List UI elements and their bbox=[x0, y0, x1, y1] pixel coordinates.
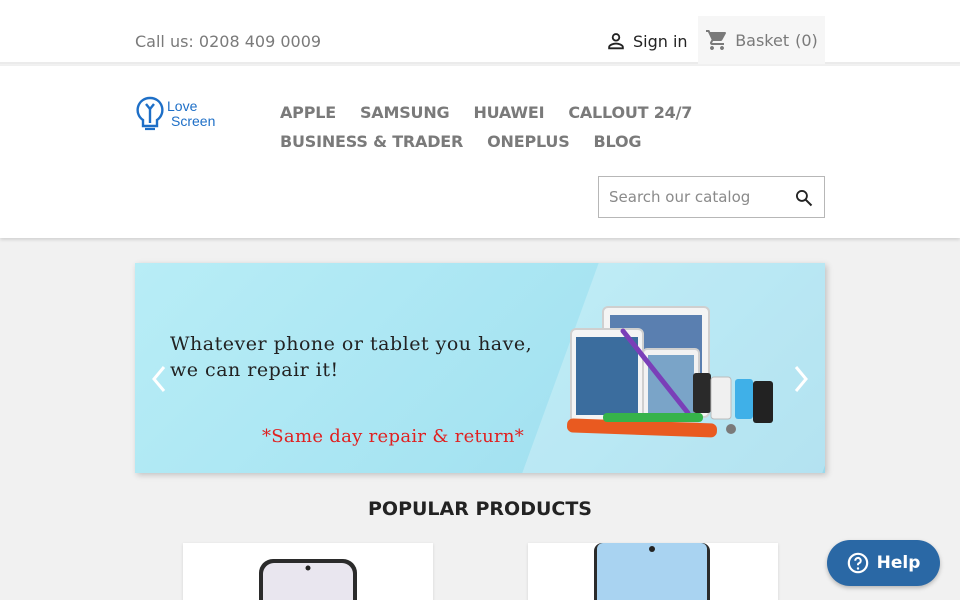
nav-item-business-trader[interactable]: BUSINESS & TRADER bbox=[280, 132, 463, 151]
nav-item-apple[interactable]: APPLE bbox=[280, 103, 336, 122]
slide-headline-1: Whatever phone or tablet you have, bbox=[170, 333, 533, 355]
product-card[interactable] bbox=[528, 543, 778, 600]
wrench-bulb-icon bbox=[136, 96, 164, 131]
search-input[interactable] bbox=[599, 177, 779, 217]
nav-item-huawei[interactable]: HUAWEI bbox=[473, 103, 544, 122]
basket-button[interactable]: Basket (0) bbox=[698, 16, 825, 64]
user-icon bbox=[608, 33, 624, 50]
phone-product-image bbox=[259, 559, 357, 600]
nav-item-callout[interactable]: CALLOUT 24/7 bbox=[568, 103, 692, 122]
logo-line-2: Screen bbox=[171, 113, 216, 129]
question-circle-icon bbox=[847, 552, 868, 574]
popular-products-heading: POPULAR PRODUCTS bbox=[368, 498, 592, 520]
catalog-search bbox=[598, 176, 825, 218]
sign-in-label: Sign in bbox=[633, 31, 688, 51]
nav-row-2: BUSINESS & TRADER ONEPLUS BLOG bbox=[280, 127, 700, 156]
sign-in-link[interactable]: Sign in bbox=[605, 22, 688, 60]
help-button[interactable]: Help bbox=[827, 540, 940, 586]
carousel-next-arrow[interactable] bbox=[791, 363, 811, 395]
top-bar: Call us: 0208 409 0009 Sign in Basket (0… bbox=[0, 0, 960, 64]
carousel-prev-arrow[interactable] bbox=[149, 363, 169, 395]
nav-row-1: APPLE SAMSUNG HUAWEI CALLOUT 24/7 bbox=[280, 98, 700, 127]
phone-product-image bbox=[594, 543, 710, 600]
hero-carousel[interactable]: Whatever phone or tablet you have, we ca… bbox=[135, 263, 825, 473]
devices-illustration bbox=[567, 306, 773, 438]
basket-label: Basket bbox=[735, 30, 790, 50]
shopping-cart-icon bbox=[706, 30, 727, 50]
contact-phone: Call us: 0208 409 0009 bbox=[135, 32, 322, 51]
slide-headline-2: we can repair it! bbox=[170, 359, 339, 381]
logo-line-1: Love bbox=[167, 98, 198, 114]
search-icon[interactable] bbox=[794, 188, 814, 208]
slide-promo-note: *Same day repair & return* bbox=[262, 426, 525, 447]
nav-item-samsung[interactable]: SAMSUNG bbox=[360, 103, 450, 122]
nav-item-oneplus[interactable]: ONEPLUS bbox=[487, 132, 570, 151]
site-header: Love Screen APPLE SAMSUNG HUAWEI CALLOUT… bbox=[0, 66, 960, 238]
help-label: Help bbox=[876, 553, 921, 573]
basket-count: (0) bbox=[795, 30, 818, 50]
site-logo[interactable]: Love Screen bbox=[135, 94, 230, 134]
main-navigation: APPLE SAMSUNG HUAWEI CALLOUT 24/7 BUSINE… bbox=[280, 98, 700, 156]
product-card[interactable] bbox=[183, 543, 433, 600]
logo-text: Love Screen bbox=[167, 99, 215, 129]
nav-item-blog[interactable]: BLOG bbox=[594, 132, 642, 151]
